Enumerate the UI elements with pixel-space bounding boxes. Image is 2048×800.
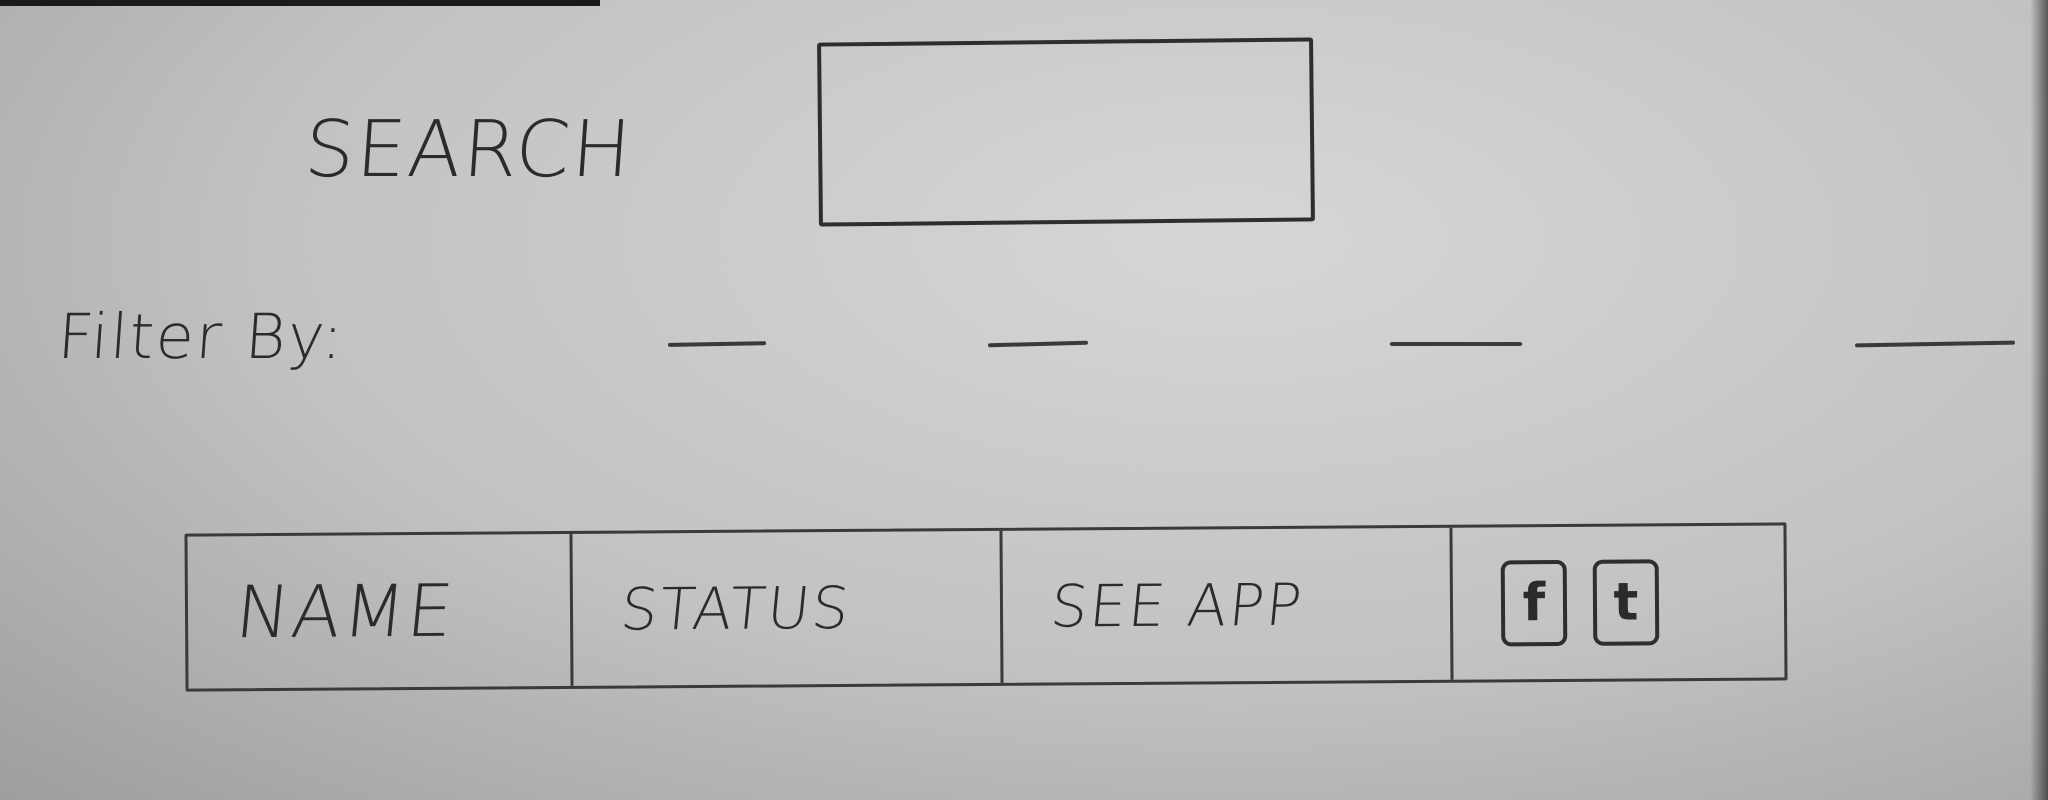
facebook-icon[interactable]: f xyxy=(1500,559,1568,647)
filter-option-2[interactable] xyxy=(987,340,1089,348)
filter-option-3[interactable] xyxy=(1390,342,1522,346)
column-name-label: NAME xyxy=(231,568,459,655)
search-label: SEARCH xyxy=(301,105,636,195)
column-status-label: STATUS xyxy=(617,573,854,644)
column-status[interactable]: STATUS xyxy=(572,530,1004,686)
paper-edge xyxy=(0,0,600,6)
paper-shadow xyxy=(2030,0,2048,800)
table-header: NAME STATUS SEE APP f t xyxy=(184,522,1788,692)
twitter-icon[interactable]: t xyxy=(1592,559,1660,646)
column-see-app-label: SEE APP xyxy=(1047,570,1307,641)
column-see-app[interactable]: SEE APP xyxy=(1002,527,1454,683)
column-name[interactable]: NAME xyxy=(187,533,574,689)
column-social: f t xyxy=(1452,525,1784,679)
search-input[interactable] xyxy=(817,37,1315,227)
filter-option-1[interactable] xyxy=(667,341,767,347)
filter-option-4[interactable] xyxy=(1854,340,2016,348)
filter-label: Filter By: xyxy=(55,300,348,373)
